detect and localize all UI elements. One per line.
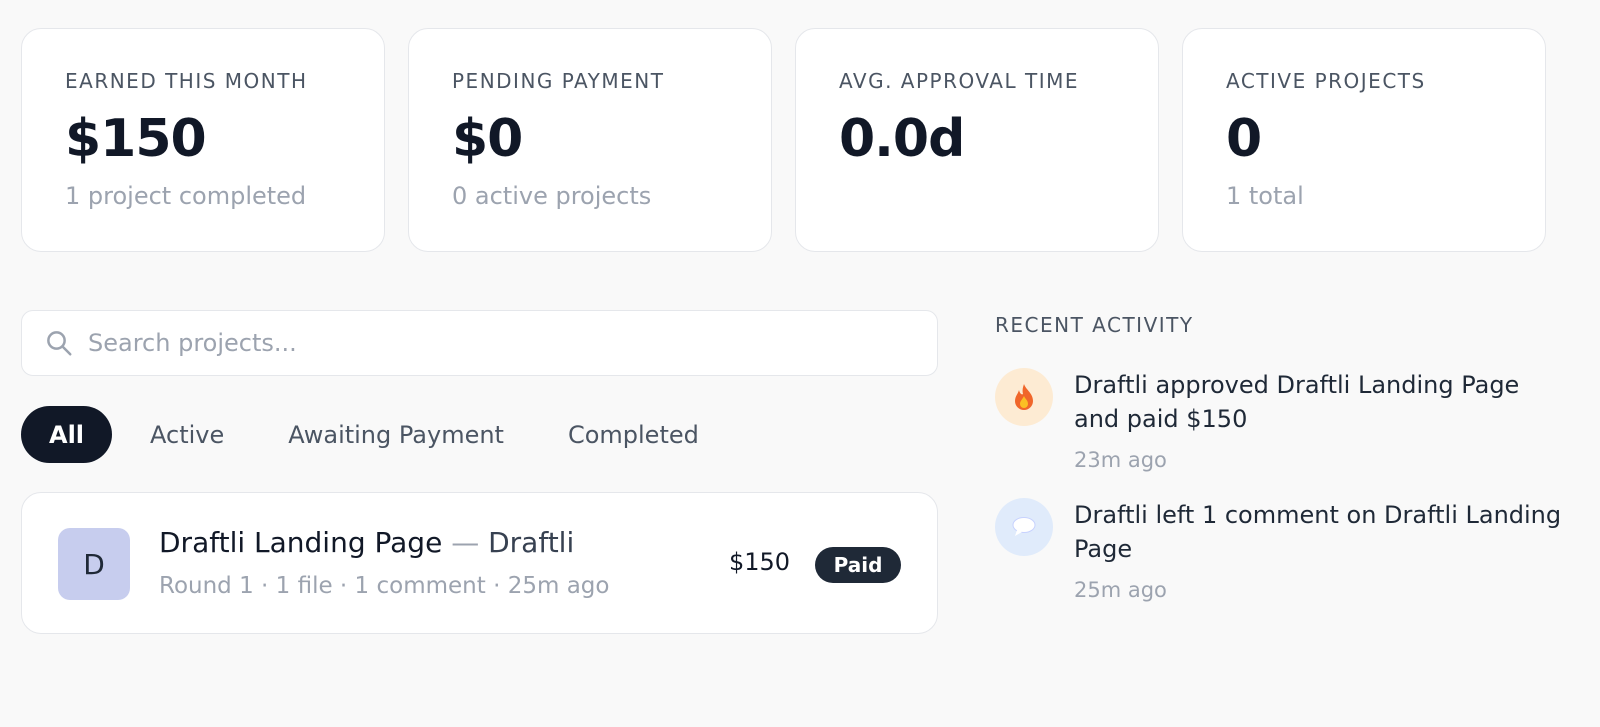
stats-row: EARNED THIS MONTH $150 1 project complet…: [21, 28, 1570, 252]
project-meta: Round 1 · 1 file · 1 comment · 25m ago: [159, 573, 610, 599]
project-avatar: D: [58, 528, 130, 600]
activity-bubble: [995, 368, 1053, 426]
stat-sub: 1 total: [1226, 182, 1304, 210]
activity-bubble: [995, 498, 1053, 556]
project-name: Draftli Landing Page: [159, 526, 443, 559]
activity-time: 23m ago: [1074, 448, 1167, 472]
speech-bubble-icon: [1012, 517, 1036, 536]
search-input[interactable]: [88, 329, 868, 357]
dashboard-page: EARNED THIS MONTH $150 1 project complet…: [0, 0, 1600, 727]
stat-value: $0: [452, 109, 523, 169]
status-badge: Paid: [815, 547, 901, 583]
stat-label: AVG. APPROVAL TIME: [839, 69, 1079, 93]
stat-card-pending: PENDING PAYMENT $0 0 active projects: [408, 28, 772, 252]
stat-label: PENDING PAYMENT: [452, 69, 665, 93]
activity-text: Draftli approved Draftli Landing Page an…: [1074, 371, 1520, 433]
stat-sub: 1 project completed: [65, 182, 307, 210]
activity-text: Draftli left 1 comment on Draftli Landin…: [1074, 501, 1562, 563]
activity-time: 25m ago: [1074, 578, 1167, 602]
stat-value: 0: [1226, 109, 1262, 169]
project-amount: $150: [729, 548, 791, 576]
fire-icon: [1015, 384, 1033, 410]
stat-label: ACTIVE PROJECTS: [1226, 69, 1426, 93]
stat-value: 0.0d: [839, 109, 965, 169]
stat-card-active-projects: ACTIVE PROJECTS 0 1 total: [1182, 28, 1546, 252]
stat-label: EARNED THIS MONTH: [65, 69, 308, 93]
tab-active[interactable]: Active: [124, 406, 250, 463]
filter-tabs: All Active Awaiting Payment Completed: [21, 406, 725, 463]
activity-heading: RECENT ACTIVITY: [995, 313, 1194, 337]
project-card[interactable]: D Draftli Landing Page — Draftli Round 1…: [21, 492, 938, 634]
tab-all[interactable]: All: [21, 406, 113, 463]
search-icon: [47, 331, 72, 356]
stat-card-earned: EARNED THIS MONTH $150 1 project complet…: [21, 28, 385, 252]
tab-completed[interactable]: Completed: [542, 406, 725, 463]
search-bar[interactable]: [21, 310, 938, 376]
title-separator: —: [451, 526, 480, 559]
stat-sub: 0 active projects: [452, 182, 652, 210]
project-title: Draftli Landing Page — Draftli: [159, 526, 574, 559]
stat-card-approval-time: AVG. APPROVAL TIME 0.0d: [795, 28, 1159, 252]
stat-value: $150: [65, 109, 207, 169]
tab-awaiting-payment[interactable]: Awaiting Payment: [262, 406, 530, 463]
project-client: Draftli: [488, 526, 575, 559]
